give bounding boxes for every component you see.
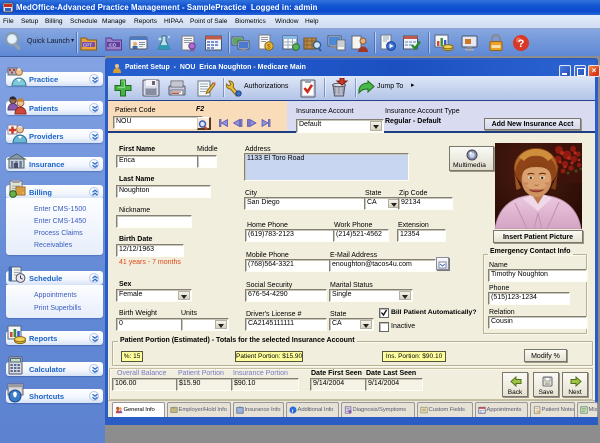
svg-text:?: ? [518,38,525,50]
svg-text:ICD: ICD [109,43,118,48]
svg-text:CPT: CPT [83,43,92,48]
